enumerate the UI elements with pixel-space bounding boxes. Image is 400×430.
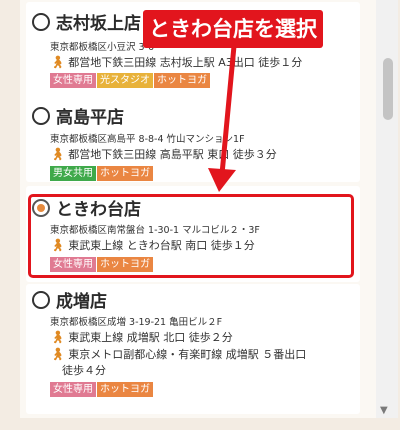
scrollbar-thumb[interactable] [383, 58, 393, 120]
store-address: 東京都板橋区小豆沢 3-6 [50, 42, 155, 53]
store-access-continued: 徒歩４分 [62, 364, 106, 377]
store-tags: 男女共用 ホットヨガ [50, 166, 154, 185]
store-tags: 女性専用 ホットヨガ [50, 382, 154, 401]
store-address: 東京都板橋区成増 3-19-21 亀田ビル２F [50, 317, 223, 328]
store-access: 🚶︎ 都営地下鉄三田線 志村坂上駅 A3出口 徒歩１分 [50, 55, 303, 69]
store-name: 成増店 [56, 292, 107, 312]
store-tags: 女性専用 光スタジオ ホットヨガ [50, 73, 211, 92]
tag-hot-yoga: ホットヨガ [97, 382, 153, 397]
annotation-callout: ときわ台店を選択 [143, 10, 323, 48]
store-card-narimasu[interactable]: 成増店 東京都板橋区成増 3-19-21 亀田ビル２F 🚶︎ 東武東上線 成増駅 … [26, 284, 360, 414]
store-radio[interactable] [32, 107, 50, 125]
walking-person-icon: 🚶︎ [50, 55, 66, 69]
walking-person-icon: 🚶︎ [50, 347, 66, 361]
store-radio[interactable] [32, 291, 50, 309]
tag-women-only: 女性専用 [50, 382, 96, 397]
tag-mixed: 男女共用 [50, 166, 96, 181]
tag-hot-yoga: ホットヨガ [97, 166, 153, 181]
store-access: 🚶︎ 都営地下鉄三田線 高島平駅 東口 徒歩３分 [50, 147, 277, 161]
store-name: 志村坂上店 [56, 14, 141, 34]
tag-light-studio: 光スタジオ [97, 73, 153, 88]
store-card-takashimadaira[interactable]: 高島平店 東京都板橋区高島平 8-8-4 竹山マンション1F 🚶︎ 都営地下鉄三田… [26, 94, 360, 182]
walking-person-icon: 🚶︎ [50, 330, 66, 344]
tag-women-only: 女性専用 [50, 73, 96, 88]
store-radio[interactable] [32, 13, 50, 31]
store-access: 🚶︎ 東武東上線 成増駅 北口 徒歩２分 [50, 330, 233, 344]
store-address: 東京都板橋区高島平 8-8-4 竹山マンション1F [50, 134, 245, 145]
store-access: 🚶︎ 東京メトロ副都心線・有楽町線 成増駅 ５番出口 [50, 347, 307, 361]
selection-highlight-box [28, 194, 354, 278]
walking-person-icon: 🚶︎ [50, 147, 66, 161]
store-name: 高島平店 [56, 108, 124, 128]
chevron-down-icon[interactable]: ▼ [380, 405, 388, 416]
tag-hot-yoga: ホットヨガ [154, 73, 210, 88]
